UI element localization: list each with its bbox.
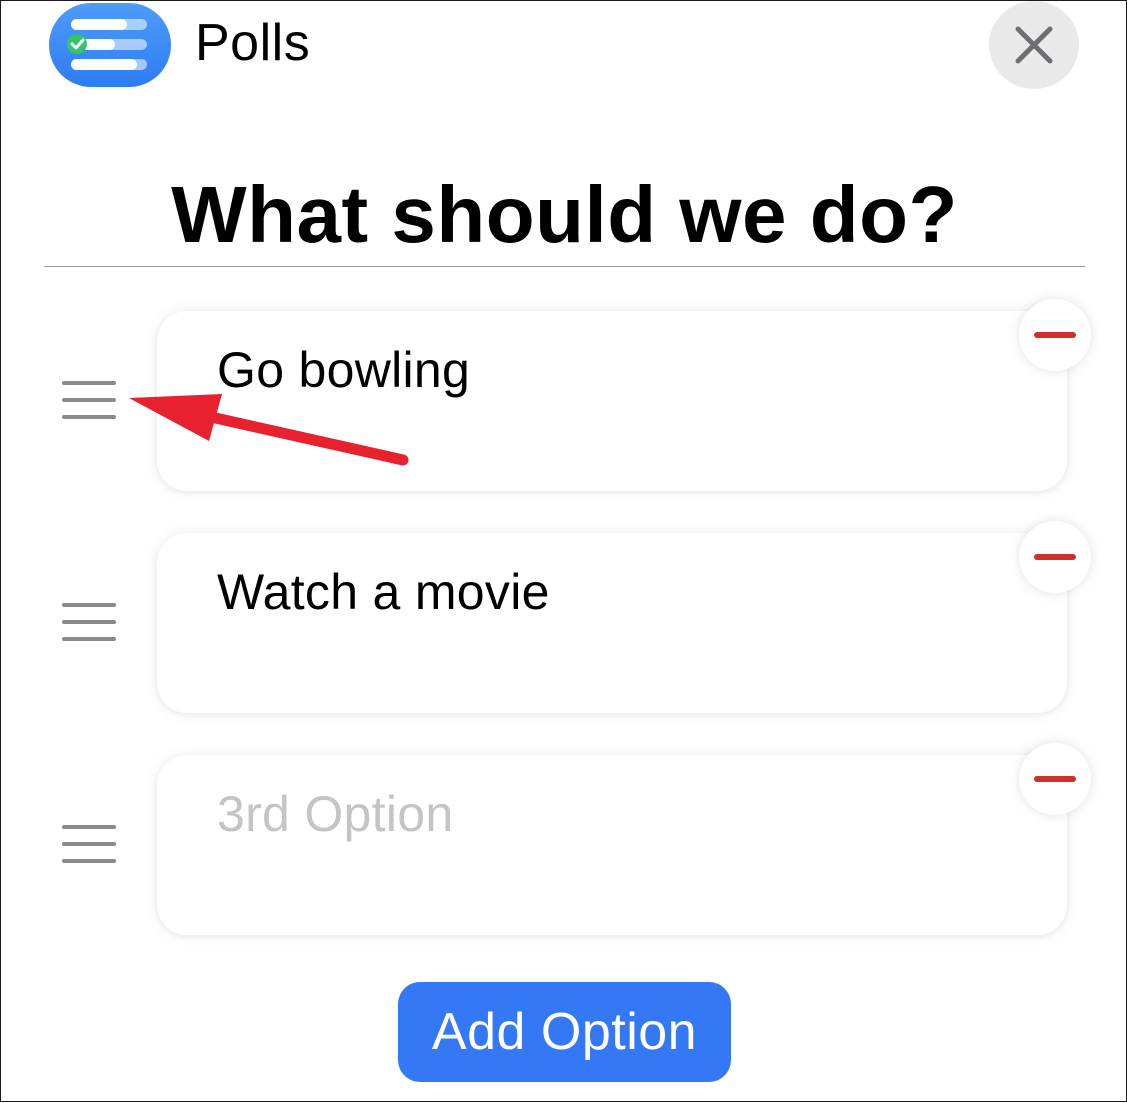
polls-panel: Polls What should we do? Go bowling Watc… (0, 0, 1127, 1102)
close-icon (1015, 26, 1053, 64)
option-card (157, 311, 1067, 491)
divider (44, 266, 1085, 267)
polls-app-icon (49, 3, 171, 87)
poll-option-row (1, 299, 1127, 493)
drag-handle-icon[interactable] (62, 381, 116, 419)
close-button[interactable] (989, 1, 1079, 89)
minus-icon (1034, 776, 1076, 782)
option-card (157, 755, 1067, 935)
minus-icon (1034, 554, 1076, 560)
remove-option-button[interactable] (1019, 743, 1091, 815)
poll-question[interactable]: What should we do? (1, 169, 1127, 261)
option-input[interactable] (217, 341, 997, 399)
drag-handle-icon[interactable] (62, 825, 116, 863)
option-input[interactable] (217, 785, 997, 843)
drag-handle-icon[interactable] (62, 603, 116, 641)
minus-icon (1034, 332, 1076, 338)
app-title: Polls (195, 14, 311, 72)
poll-option-row (1, 743, 1127, 937)
add-option-button[interactable]: Add Option (398, 982, 731, 1082)
option-card (157, 533, 1067, 713)
remove-option-button[interactable] (1019, 521, 1091, 593)
remove-option-button[interactable] (1019, 299, 1091, 371)
option-input[interactable] (217, 563, 997, 621)
poll-option-row (1, 521, 1127, 715)
